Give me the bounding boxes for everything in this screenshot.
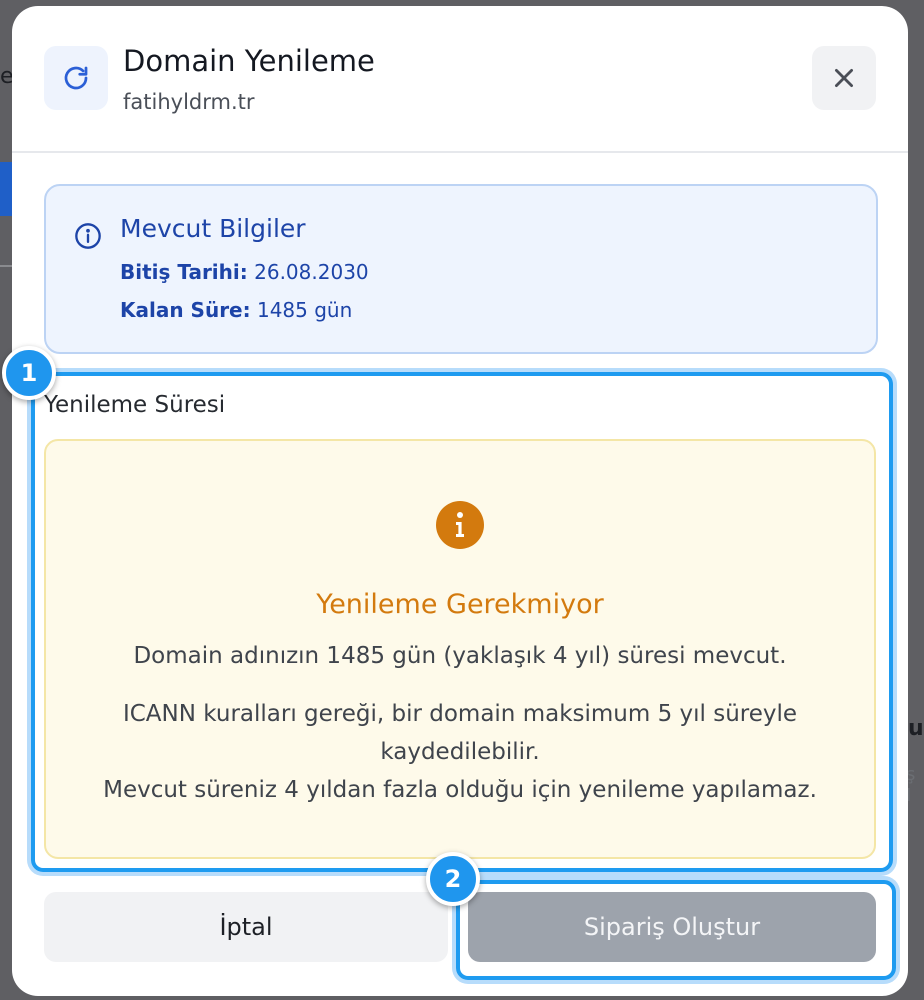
notice-title: Yenileme Gerekmiyor bbox=[316, 589, 604, 620]
renewal-notice-box: Yenileme Gerekmiyor Domain adınızın 1485… bbox=[44, 439, 876, 859]
warning-info-icon bbox=[436, 501, 484, 549]
info-icon bbox=[75, 223, 101, 249]
background-accent-strip bbox=[0, 162, 12, 216]
background-text-fragment: u bbox=[908, 716, 924, 741]
modal-header: Domain Yenileme fatihyldrm.tr bbox=[12, 6, 908, 153]
notice-line-1: Domain adınızın 1485 gün (yaklaşık 4 yıl… bbox=[133, 643, 787, 669]
current-info-title: Mevcut Bilgiler bbox=[120, 214, 306, 243]
renewal-period-label: Yenileme Süresi bbox=[44, 392, 226, 418]
renewal-modal: Domain Yenileme fatihyldrm.tr Mevcut Bil… bbox=[12, 6, 908, 996]
step-badge-2: 2 bbox=[426, 852, 480, 906]
notice-line-2b: kaydedilebilir. bbox=[380, 739, 540, 765]
modal-title: Domain Yenileme bbox=[123, 44, 375, 78]
background-text-fragment: ş I bbox=[906, 764, 916, 806]
refresh-icon bbox=[44, 46, 108, 110]
close-button[interactable] bbox=[812, 46, 876, 110]
remaining-label: Kalan Süre: bbox=[120, 298, 251, 322]
current-info-panel: Mevcut Bilgiler Bitiş Tarihi: 26.08.2030… bbox=[44, 184, 878, 354]
expiry-label: Bitiş Tarihi: bbox=[120, 260, 248, 284]
expiry-row: Bitiş Tarihi: 26.08.2030 bbox=[120, 260, 369, 284]
remaining-row: Kalan Süre: 1485 gün bbox=[120, 298, 352, 322]
expiry-value: 26.08.2030 bbox=[254, 260, 369, 284]
create-order-button[interactable]: Sipariş Oluştur bbox=[468, 892, 876, 962]
background-divider bbox=[0, 265, 12, 267]
domain-name: fatihyldrm.tr bbox=[123, 90, 255, 114]
notice-line-3: Mevcut süreniz 4 yıldan fazla olduğu içi… bbox=[103, 777, 817, 803]
step-badge-1: 1 bbox=[2, 346, 56, 400]
remaining-value: 1485 gün bbox=[256, 298, 353, 322]
cancel-button[interactable]: İptal bbox=[44, 892, 448, 962]
notice-line-2a: ICANN kuralları gereği, bir domain maksi… bbox=[122, 701, 798, 727]
close-icon bbox=[835, 69, 853, 87]
